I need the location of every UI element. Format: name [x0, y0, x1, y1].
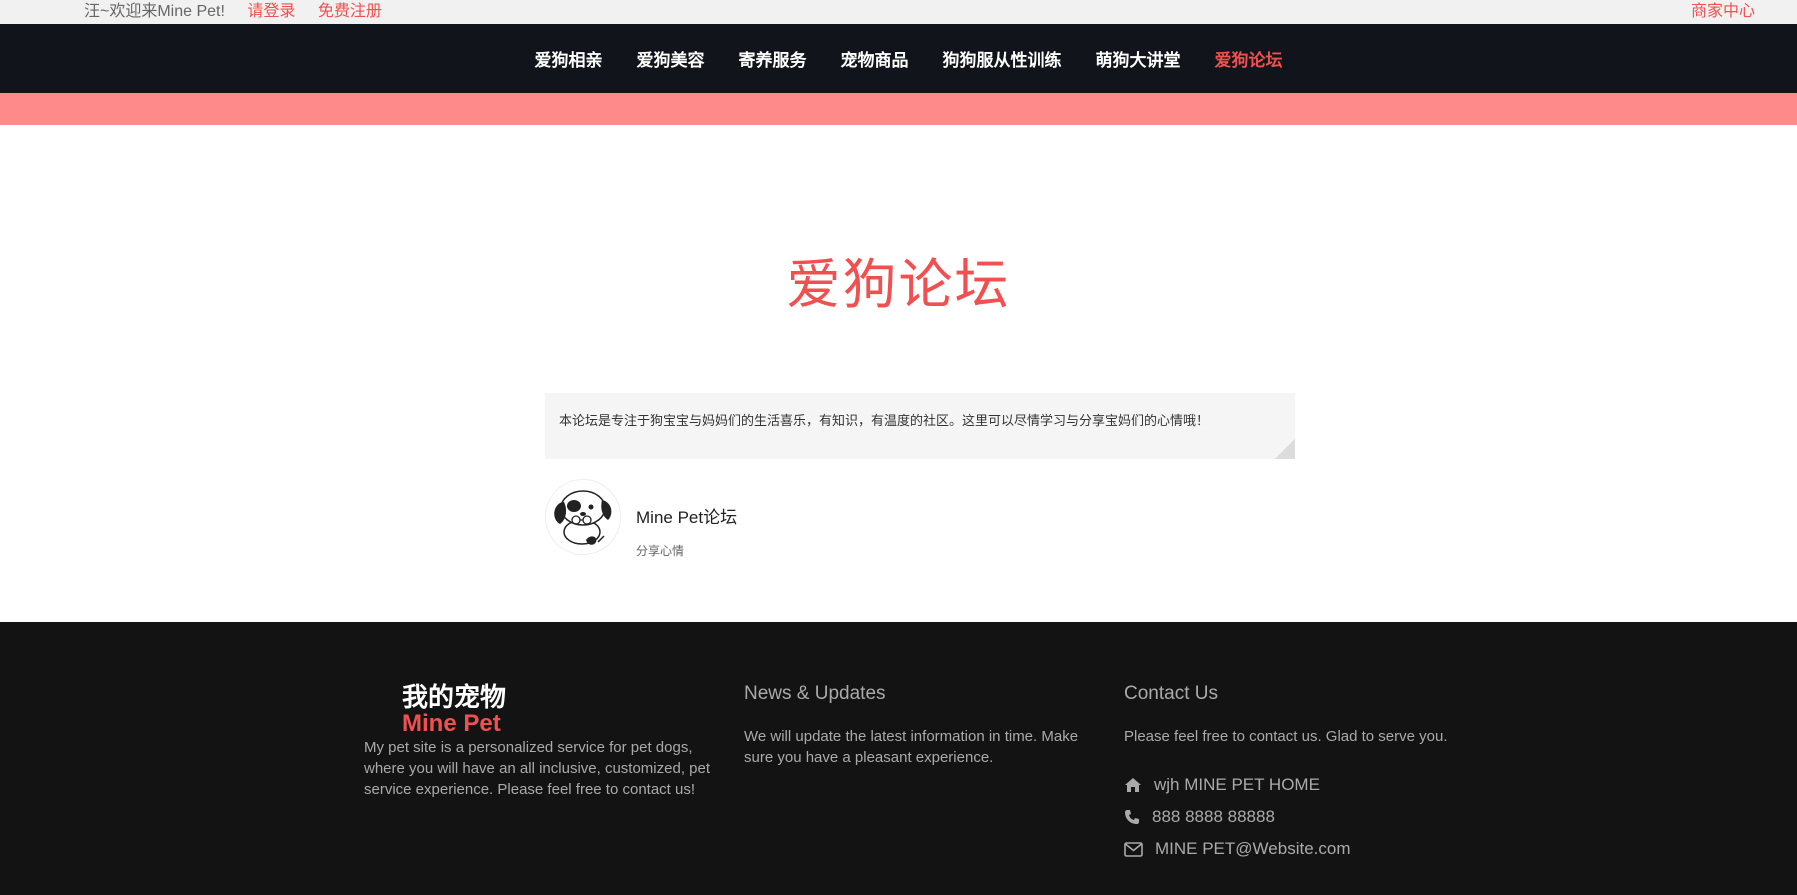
footer: 我的宠物 Mine Pet My pet site is a personali…: [0, 622, 1797, 895]
login-link[interactable]: 请登录: [247, 3, 295, 20]
footer-about: 我的宠物 Mine Pet My pet site is a personali…: [364, 682, 719, 800]
nav-list: 爱狗相亲 爱狗美容 寄养服务 宠物商品 狗狗服从性训练 萌狗大讲堂 爱狗论坛: [518, 46, 1300, 71]
phone-icon: [1125, 810, 1139, 824]
footer-news: News & Updates We will update the latest…: [744, 682, 1099, 768]
nav-item-dating[interactable]: 爱狗相亲: [535, 46, 603, 71]
footer-brand-en: Mine Pet: [402, 710, 501, 737]
forum-description-box: 本论坛是专注于狗宝宝与妈妈们的生活喜乐，有知识，有温度的社区。这里可以尽情学习与…: [545, 393, 1295, 459]
merchant-center-link[interactable]: 商家中心: [1691, 0, 1755, 24]
footer-contact: Contact Us Please feel free to contact u…: [1124, 682, 1479, 865]
forum-name[interactable]: Mine Pet论坛: [636, 503, 737, 528]
contact-address: wjh MINE PET HOME: [1124, 769, 1479, 801]
top-bar: 汪~欢迎来Mine Pet! 请登录 免费注册 商家中心: [0, 0, 1797, 24]
page-title: 爱狗论坛: [786, 255, 1011, 315]
nav-item-products[interactable]: 宠物商品: [841, 46, 909, 71]
forum-card[interactable]: Mine Pet论坛 分享心情: [545, 479, 737, 559]
welcome-text: 汪~欢迎来Mine Pet!: [84, 3, 225, 20]
footer-brand-cn: 我的宠物: [402, 682, 507, 712]
phone-text: 888 8888 88888: [1152, 807, 1275, 826]
email-text[interactable]: MINE PET@Website.com: [1155, 839, 1350, 859]
banner-band: [0, 93, 1797, 125]
forum-description: 本论坛是专注于狗宝宝与妈妈们的生活喜乐，有知识，有温度的社区。这里可以尽情学习与…: [559, 413, 1210, 428]
nav-item-boarding[interactable]: 寄养服务: [739, 46, 807, 71]
top-bar-left: 汪~欢迎来Mine Pet! 请登录 免费注册: [84, 0, 400, 24]
contact-list: wjh MINE PET HOME 888 8888 88888 MINE PE…: [1124, 769, 1479, 865]
footer-contact-text: Please feel free to contact us. Glad to …: [1124, 728, 1448, 745]
nav-item-forum[interactable]: 爱狗论坛: [1215, 46, 1283, 71]
nav-item-lecture[interactable]: 萌狗大讲堂: [1096, 46, 1181, 71]
puppy-avatar-icon[interactable]: [545, 479, 621, 555]
register-link[interactable]: 免费注册: [318, 3, 382, 20]
main-content: 爱狗论坛 本论坛是专注于狗宝宝与妈妈们的生活喜乐，有知识，有温度的社区。这里可以…: [0, 125, 1797, 622]
home-icon: [1125, 778, 1141, 792]
footer-news-text: We will update the latest information in…: [744, 728, 1079, 766]
footer-about-text: My pet site is a personalized service fo…: [364, 739, 711, 798]
footer-contact-title: Contact Us: [1124, 683, 1218, 704]
forum-info: Mine Pet论坛 分享心情: [636, 503, 737, 559]
contact-email: MINE PET@Website.com: [1124, 833, 1479, 865]
footer-news-title: News & Updates: [744, 683, 886, 704]
forum-subtitle: 分享心情: [636, 544, 685, 558]
envelope-icon: [1124, 841, 1143, 857]
nav-item-training[interactable]: 狗狗服从性训练: [943, 46, 1062, 71]
address-text: wjh MINE PET HOME: [1154, 775, 1320, 794]
contact-phone: 888 8888 88888: [1124, 801, 1479, 833]
nav-item-grooming[interactable]: 爱狗美容: [637, 46, 705, 71]
page-fold-corner: [1275, 439, 1295, 459]
main-nav: 爱狗相亲 爱狗美容 寄养服务 宠物商品 狗狗服从性训练 萌狗大讲堂 爱狗论坛: [0, 24, 1797, 93]
